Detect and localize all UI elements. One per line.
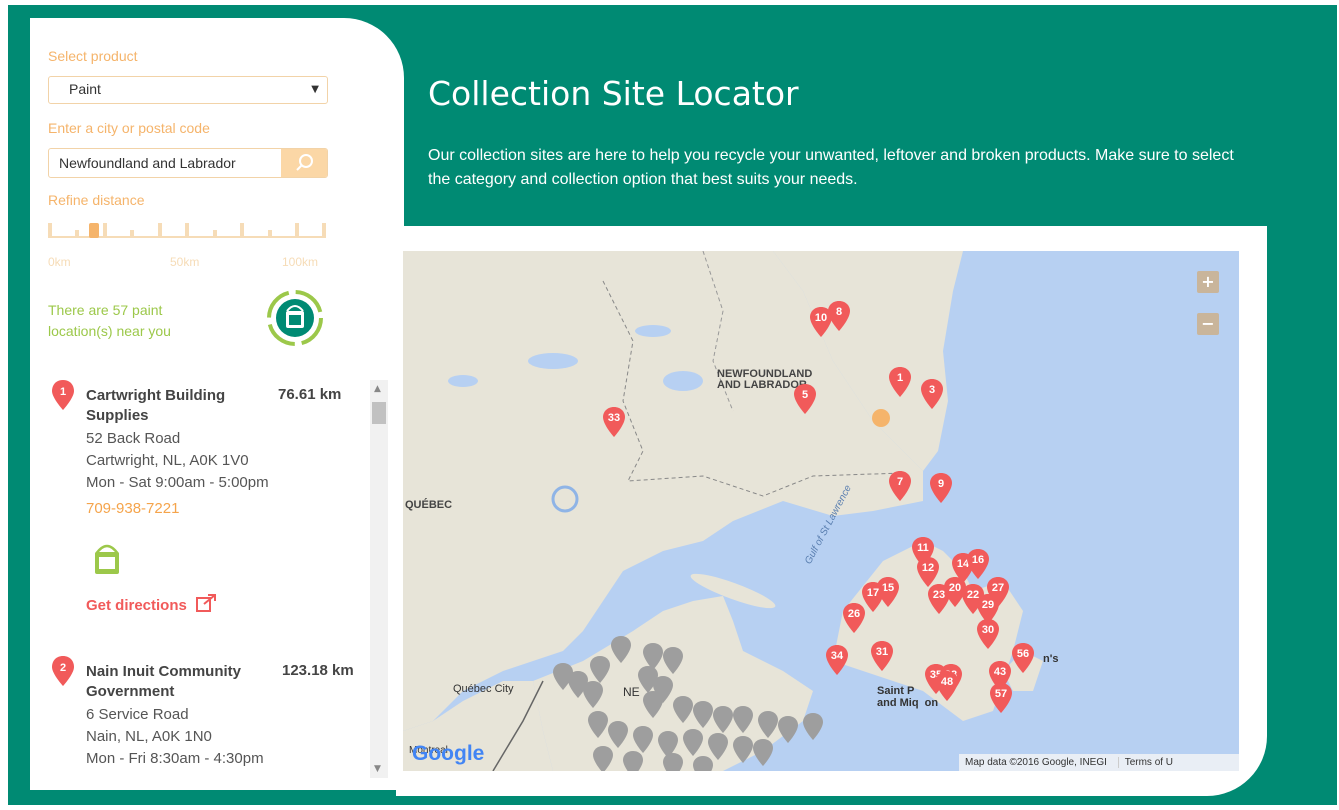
- map[interactable]: NEWFOUNDLAND AND LABRADOR QUÉBEC Gulf of…: [403, 251, 1239, 771]
- chevron-down-icon: ▼: [311, 84, 319, 95]
- address-line: 52 Back Road: [86, 430, 181, 447]
- google-logo: Google: [412, 742, 484, 766]
- map-marker[interactable]: 7: [889, 471, 911, 501]
- location-list[interactable]: 1 Cartwright Building Supplies 76.61 km …: [48, 380, 368, 788]
- external-link-icon: [196, 594, 217, 612]
- map-marker[interactable]: 34: [826, 645, 848, 675]
- map-marker-number: 1: [897, 372, 903, 384]
- map-pin-icon: 1: [52, 380, 74, 410]
- scroll-down-icon[interactable]: ▼: [374, 764, 381, 774]
- product-select[interactable]: Paint ▼: [48, 76, 328, 104]
- location-search: [48, 148, 328, 178]
- zoom-in-button[interactable]: +: [1197, 271, 1219, 293]
- slider-handle[interactable]: [89, 223, 99, 238]
- map-marker-number: 56: [1017, 648, 1029, 660]
- address-line: Cartwright, NL, A0K 1V0: [86, 452, 249, 469]
- list-scrollbar[interactable]: ▲ ▼: [370, 380, 388, 778]
- map-marker[interactable]: 3: [921, 379, 943, 409]
- terms-link[interactable]: Terms of U: [1117, 757, 1174, 768]
- map-marker[interactable]: 48: [936, 671, 958, 701]
- red-marker-layer: 10 8135337 91112 14 161517 2320222729263034 31…: [603, 301, 1034, 713]
- map-marker[interactable]: 56: [1012, 643, 1034, 673]
- map-marker-number: 5: [802, 389, 808, 401]
- map-marker[interactable]: 5: [794, 384, 816, 414]
- hours-line: Mon - Sat 9:00am - 5:00pm: [86, 474, 269, 491]
- product-label: Select product: [48, 48, 138, 64]
- map-marker-number: 43: [994, 666, 1006, 678]
- map-marker-number: 27: [992, 582, 1004, 594]
- page-intro: Our collection sites are here to help yo…: [428, 147, 1234, 188]
- location-label: Enter a city or postal code: [48, 120, 210, 136]
- location-name: Cartwright Building Supplies: [86, 387, 226, 424]
- map-marker[interactable]: 31: [871, 641, 893, 671]
- address-line: Nain, NL, A0K 1N0: [86, 728, 212, 745]
- map-marker[interactable]: 9: [930, 473, 952, 503]
- map-marker-number: 48: [941, 676, 953, 688]
- distance-label: Refine distance: [48, 192, 145, 208]
- directions-label: Get directions: [86, 597, 187, 614]
- map-marker-number: 11: [917, 542, 929, 554]
- map-marker-number: 23: [933, 589, 945, 601]
- location-name: Nain Inuit Community Government: [86, 663, 241, 700]
- map-marker-number: 30: [982, 624, 994, 636]
- distance-slider[interactable]: [48, 223, 326, 238]
- map-marker-number: 7: [897, 476, 903, 488]
- map-marker-number: 17: [867, 587, 879, 599]
- search-button[interactable]: [281, 149, 327, 177]
- map-marker-number: 10: [815, 312, 827, 324]
- map-marker-number: 12: [922, 562, 934, 574]
- scroll-up-icon[interactable]: ▲: [374, 384, 381, 394]
- pin-number: 2: [60, 662, 66, 674]
- phone-link[interactable]: 709-938-7221: [86, 500, 179, 517]
- map-marker[interactable]: 33: [603, 407, 625, 437]
- map-pin-icon: 2: [52, 656, 74, 686]
- map-marker[interactable]: 1: [889, 367, 911, 397]
- location-distance: 76.61 km: [278, 386, 342, 403]
- map-marker-number: 20: [949, 582, 961, 594]
- map-marker-number: 9: [938, 478, 944, 490]
- slider-label-mid: 50km: [170, 255, 200, 269]
- get-directions-link[interactable]: Get directions: [86, 594, 217, 614]
- map-marker-number: 26: [848, 608, 860, 620]
- map-marker-number: 16: [972, 554, 984, 566]
- address-line: 6 Service Road: [86, 706, 189, 723]
- map-marker[interactable]: 57: [990, 683, 1012, 713]
- map-marker-number: 57: [995, 688, 1007, 700]
- slider-label-max: 100km: [282, 255, 319, 269]
- map-marker-number: 3: [929, 384, 935, 396]
- map-marker[interactable]: 17: [862, 582, 884, 612]
- map-marker[interactable]: 16: [967, 549, 989, 579]
- paint-can-icon: [94, 544, 120, 574]
- sidebar: Select product Paint ▼ Enter a city or p…: [30, 18, 404, 790]
- google-logo-text: Google: [412, 742, 485, 765]
- zoom-out-button[interactable]: −: [1197, 313, 1219, 335]
- location-distance: 123.18 km: [282, 662, 354, 679]
- map-marker[interactable]: 8: [828, 301, 850, 331]
- search-icon: [296, 154, 313, 171]
- map-marker[interactable]: 26: [843, 603, 865, 633]
- current-location-marker: [872, 409, 890, 427]
- scroll-thumb[interactable]: [372, 402, 386, 424]
- pin-number: 1: [60, 386, 66, 398]
- map-marker-number: 34: [831, 650, 844, 662]
- slider-label-min: 0km: [48, 255, 71, 269]
- map-marker-number: 29: [982, 599, 994, 611]
- product-value: Paint: [69, 81, 101, 97]
- result-count: There are 57 paint location(s) near you: [48, 302, 171, 339]
- map-attribution: Map data ©2016 Google, INEGI Terms of U: [959, 754, 1239, 771]
- map-marker-number: 8: [836, 306, 842, 318]
- map-marker[interactable]: 12: [917, 557, 939, 587]
- attribution-text: Map data ©2016 Google, INEGI: [965, 757, 1107, 768]
- page-title: Collection Site Locator: [428, 74, 799, 113]
- location-input[interactable]: [57, 152, 281, 174]
- map-marker[interactable]: 30: [977, 619, 999, 649]
- hours-line: Mon - Fri 8:30am - 4:30pm: [86, 750, 264, 767]
- paint-can-icon: [267, 290, 323, 346]
- map-marker-number: 33: [608, 412, 620, 424]
- map-marker-number: 31: [876, 646, 888, 658]
- map-marker-number: 22: [967, 589, 979, 601]
